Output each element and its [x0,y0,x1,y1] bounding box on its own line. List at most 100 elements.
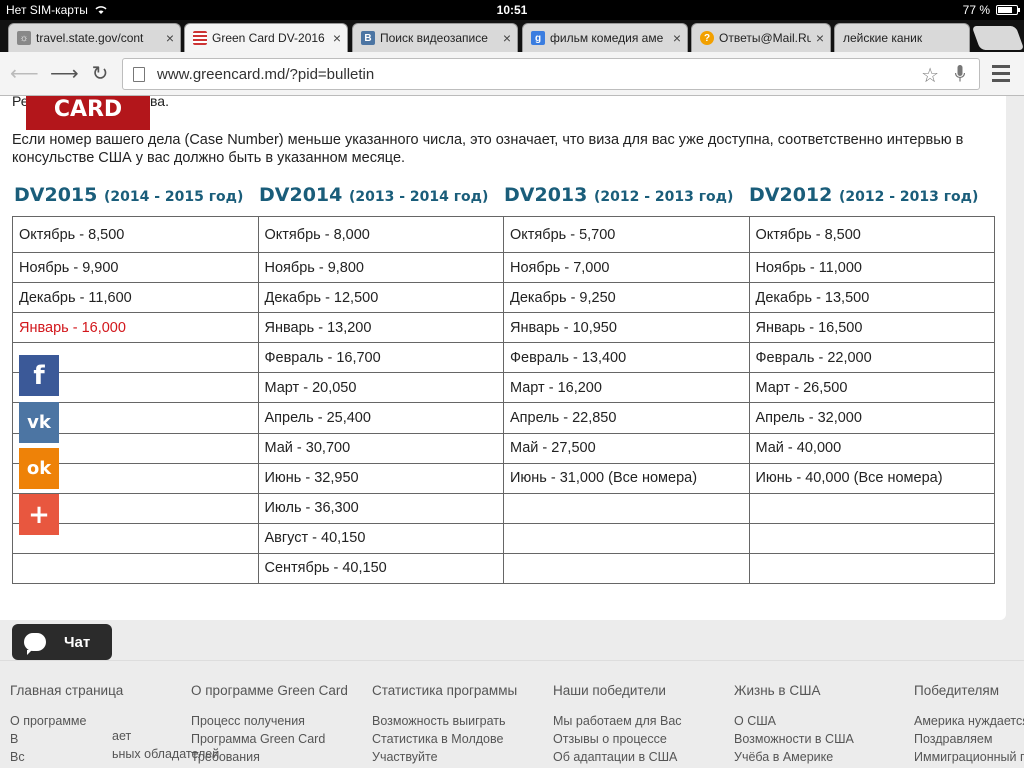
microphone-icon[interactable] [955,65,965,83]
footer-link[interactable]: Возможности в США [734,730,915,748]
chat-button[interactable]: Чат [12,624,112,660]
table-cell: Июль - 36,300 [257,492,504,524]
footer-column: Победителям Америка нуждается Поздравляем И… [914,683,1024,766]
footer-link[interactable]: Участвуйте [372,748,553,766]
table-row: Май - 30,700 Май - 27,500 Май - 40,000 [12,432,995,464]
battery-percent: 77 % [962,3,990,17]
footer-link[interactable]: О США [734,712,915,730]
column-name: DV2015 [14,184,98,206]
tab-mail-answers[interactable]: ? Ответы@Mail.Ru: Ка × [691,23,831,52]
column-years: (2012 - 2013 год) [593,189,734,205]
mail-favicon-icon: ? [700,31,714,45]
footer-link[interactable]: Поздравляем [914,730,1024,748]
url-text: www.greencard.md/?pid=bulletin [157,65,375,83]
footer-link[interactable]: В [10,730,191,748]
column-header-dv2015: DV2015 (2014 - 2015 год) [14,184,243,206]
chat-bubble-icon [24,633,46,655]
tab-title: Green Card DV-2016 [212,31,325,45]
vkontakte-icon[interactable]: vk [19,402,59,443]
table-cell: Январь - 13,200 [257,312,504,344]
footer-heading[interactable]: Наши победители [553,683,734,698]
table-cell: Ноябрь - 9,900 [12,251,259,284]
table-row: Октябрь - 8,500 Октябрь - 8,000 Октябрь - … [12,216,995,253]
footer-column: Статистика программы Возможность выиграть… [372,683,553,766]
footer-heading[interactable]: Главная страница [10,683,191,698]
vk-favicon-icon: B [361,31,375,45]
table-cell: Май - 27,500 [503,432,750,464]
back-arrow-icon[interactable]: ⟵ [10,62,39,86]
table-row: Февраль - 16,700 Февраль - 13,400 Февраль … [12,342,995,374]
footer-link[interactable]: Статистика в Молдове [372,730,553,748]
page-icon [133,67,145,82]
table-cell: Май - 40,000 [748,432,995,464]
footer-column: Наши победители Мы работаем для Вас Отзывы… [553,683,734,766]
table-row: Апрель - 25,400 Апрель - 22,850 Апрель - 3… [12,402,995,434]
footer-link-partial[interactable]: ает [112,729,131,743]
close-icon[interactable]: × [816,30,824,46]
table-cell [503,522,750,554]
table-cell: Март - 20,050 [257,372,504,404]
table-cell: Февраль - 13,400 [503,342,750,374]
tab-strip: ☼ travel.state.gov/cont × Green Card DV-… [0,20,1024,52]
footer-link[interactable]: Возможность выиграть [372,712,553,730]
footer-link[interactable]: Учёба в Америке [734,748,915,766]
footer-link[interactable]: Процесс получения [191,712,372,730]
table-cell [503,492,750,524]
close-icon[interactable]: × [673,30,681,46]
footer-link[interactable]: Иммиграционный п [914,748,1024,766]
footer-link[interactable]: О программе [10,712,191,730]
battery-icon [996,5,1020,15]
table-cell: Ноябрь - 11,000 [748,251,995,284]
new-tab-button[interactable] [971,26,1024,50]
column-name: DV2013 [504,184,588,206]
table-cell: Февраль - 22,000 [748,342,995,374]
footer-heading[interactable]: Победителям [914,683,1024,698]
footer-link[interactable]: Америка нуждается [914,712,1024,730]
footer-link[interactable]: Программа Green Card [191,730,372,748]
table-row: Сентябрь - 40,150 [12,552,995,585]
page-favicon-icon: ☼ [17,31,31,45]
tab-google-search[interactable]: g фильм комедия аме × [522,23,688,52]
menu-icon[interactable] [992,65,1010,83]
column-name: DV2012 [749,184,833,206]
facebook-icon[interactable]: f [19,355,59,396]
bookmark-star-icon[interactable]: ☆ [921,63,939,88]
footer-heading[interactable]: Жизнь в США [734,683,915,698]
footer-link[interactable]: Отзывы о процессе [553,730,734,748]
status-right: 77 % [962,3,1020,17]
footer-heading[interactable]: О программе Green Card [191,683,372,698]
table-cell: Май - 30,700 [257,432,504,464]
table-cell: Октябрь - 5,700 [503,216,750,253]
table-row: Март - 20,050 Март - 16,200 Март - 26,500 [12,372,995,404]
table-cell: Апрель - 22,850 [503,402,750,434]
footer-link[interactable]: Об адаптации в США [553,748,734,766]
share-more-icon[interactable]: + [19,494,59,535]
green-card-logo[interactable]: CARD [26,96,150,130]
odnoklassniki-icon[interactable]: ok [19,448,59,489]
column-header-dv2013: DV2013 (2012 - 2013 год) [504,184,733,206]
table-cell: Август - 40,150 [257,522,504,554]
forward-arrow-icon[interactable]: ⟶ [50,62,79,86]
tab-title: лейские каник [843,31,923,45]
close-icon[interactable]: × [166,30,174,46]
footer-heading[interactable]: Статистика программы [372,683,553,698]
table-cell [748,492,995,524]
footer-link[interactable]: Мы работаем для Вас [553,712,734,730]
clock: 10:51 [496,3,528,17]
table-cell: Июнь - 31,000 (Все номера) [503,462,750,494]
tab-green-card[interactable]: Green Card DV-2016 × [184,23,348,52]
table-row: Июнь - 32,950 Июнь - 31,000 (Все номера) И… [12,462,995,494]
tab-vk-video[interactable]: B Поиск видеозаписе × [352,23,518,52]
content-panel: Ре ва. CARD Если номер вашего дела (Case… [0,96,1006,620]
address-bar[interactable]: www.greencard.md/?pid=bulletin ☆ [122,58,980,90]
footer-link-partial[interactable]: ьных обладателей [112,747,219,761]
tab-travel-state[interactable]: ☼ travel.state.gov/cont × [8,23,181,52]
tab-holidays[interactable]: лейские каник [834,23,970,52]
reload-icon[interactable]: ↻ [88,62,112,86]
close-icon[interactable]: × [503,30,511,46]
tab-title: Ответы@Mail.Ru: Ка [719,31,811,45]
table-cell [748,522,995,554]
chat-label: Чат [64,633,91,651]
close-icon[interactable]: × [333,30,341,46]
table-cell: Сентябрь - 40,150 [257,552,504,585]
